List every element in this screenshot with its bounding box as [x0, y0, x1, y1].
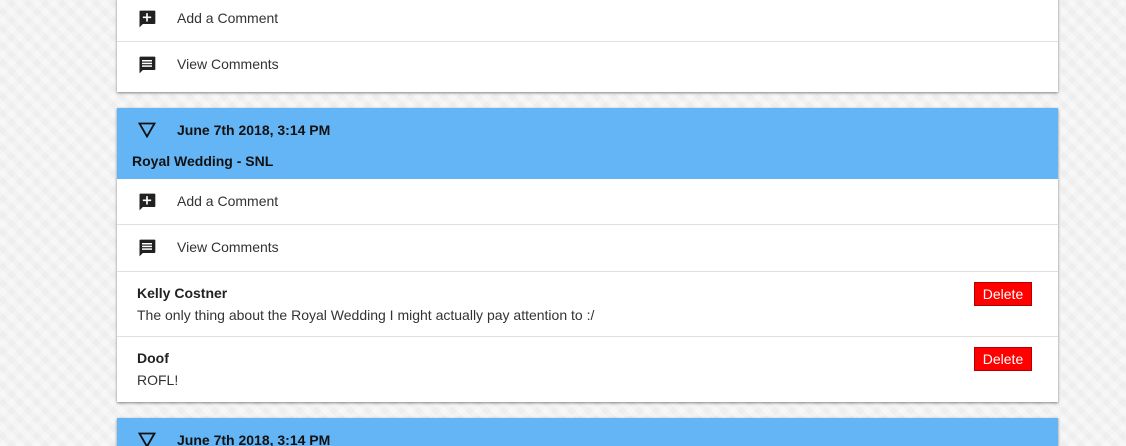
- view-comments-label: View Comments: [177, 239, 279, 255]
- delete-comment-button[interactable]: Delete: [974, 347, 1032, 371]
- post-header: June 7th 2018, 3:14 PM: [117, 418, 1058, 446]
- view-comments-label: View Comments: [177, 56, 279, 72]
- add-comment-row[interactable]: Add a Comment: [117, 179, 1058, 225]
- delete-comment-button[interactable]: Delete: [974, 282, 1032, 306]
- post-header: June 7th 2018, 3:14 PM Royal Wedding - S…: [117, 108, 1058, 179]
- add-comment-icon: [139, 193, 156, 211]
- post-date: June 7th 2018, 3:14 PM: [177, 432, 331, 446]
- view-comments-icon: [139, 56, 156, 74]
- add-comment-label: Add a Comment: [177, 10, 279, 26]
- comment-text: The only thing about the Royal Wedding I…: [137, 307, 595, 323]
- comment-text: ROFL!: [137, 372, 179, 388]
- collapse-caret-icon[interactable]: [138, 122, 156, 138]
- view-comments-row[interactable]: View Comments: [117, 225, 1058, 271]
- add-comment-icon: [139, 10, 156, 28]
- comment-author: Kelly Costner: [137, 285, 228, 301]
- post-title: Royal Wedding - SNL: [132, 153, 274, 169]
- post-date: June 7th 2018, 3:14 PM: [177, 122, 331, 138]
- post-card: June 7th 2018, 3:14 PM: [117, 418, 1058, 446]
- view-comments-icon: [139, 239, 156, 257]
- post-card: Add a Comment View Comments: [117, 0, 1058, 92]
- post-card: June 7th 2018, 3:14 PM Royal Wedding - S…: [117, 108, 1058, 402]
- add-comment-row[interactable]: Add a Comment: [117, 0, 1058, 42]
- comment-author: Doof: [137, 350, 169, 366]
- add-comment-label: Add a Comment: [177, 193, 279, 209]
- comment-item: Kelly Costner The only thing about the R…: [117, 271, 1058, 336]
- view-comments-row[interactable]: View Comments: [117, 42, 1058, 88]
- collapse-caret-icon[interactable]: [138, 432, 156, 446]
- comment-item: Doof ROFL! Delete: [117, 336, 1058, 401]
